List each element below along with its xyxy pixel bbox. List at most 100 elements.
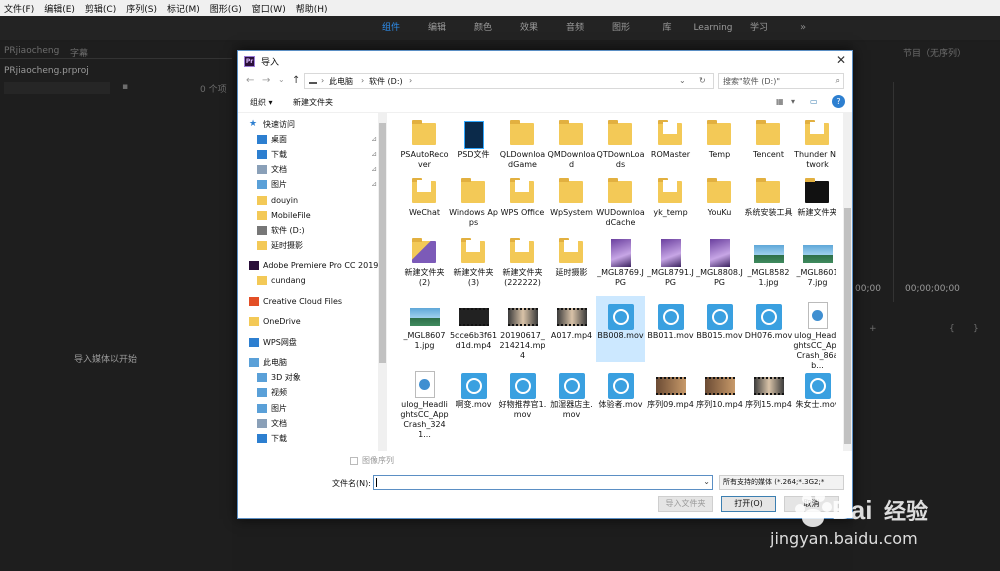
menu-item-6[interactable]: 窗口(W) xyxy=(252,2,286,15)
nav-item-0[interactable]: ★ 快速访问 xyxy=(249,117,381,131)
file-item[interactable]: ROMaster xyxy=(646,115,695,173)
file-item[interactable]: A017.mp4 xyxy=(547,296,596,362)
file-item[interactable]: _MGL8808.JPG xyxy=(695,233,744,291)
file-item[interactable]: 5cce6b3f61d1d.mp4 xyxy=(449,296,498,362)
menu-item-2[interactable]: 剪辑(C) xyxy=(85,2,116,15)
nav-item-6[interactable]: MobileFile xyxy=(257,208,381,222)
nav-item-10[interactable]: cundang xyxy=(257,273,381,287)
file-item[interactable]: _MGL8769.JPG xyxy=(596,233,645,291)
file-item[interactable]: 延时摄影 xyxy=(547,233,596,291)
filename-input[interactable]: ⌄ xyxy=(373,475,713,490)
nav-item-7[interactable]: 软件 (D:) xyxy=(257,223,381,237)
file-item[interactable]: 20190617_214214.mp4 xyxy=(498,296,547,362)
file-item[interactable]: _MGL8582 1.jpg xyxy=(744,233,793,291)
nav-item-3[interactable]: 文档 ⊿ xyxy=(257,162,381,176)
nav-item-9[interactable]: Adobe Premiere Pro CC 2019 xyxy=(249,258,381,272)
file-item[interactable]: 新建文件夹 (3) xyxy=(449,233,498,291)
file-item[interactable]: 新建文件夹 (222222) xyxy=(498,233,547,291)
nav-item-19[interactable]: 下载 xyxy=(257,431,381,445)
file-list-scrollbar-thumb[interactable] xyxy=(844,208,851,444)
nav-item-8[interactable]: 延时摄影 xyxy=(257,238,381,252)
add-button[interactable]: + xyxy=(869,324,877,334)
bin-icon[interactable]: ▪ xyxy=(122,82,128,92)
file-item[interactable]: 加湿器店主.mov xyxy=(547,365,596,445)
import-folder-button[interactable]: 导入文件夹 xyxy=(658,496,713,512)
back-arrow-icon[interactable]: ← xyxy=(246,75,254,86)
workspace-tab-5[interactable]: 图形 xyxy=(598,16,644,40)
menu-item-7[interactable]: 帮助(H) xyxy=(296,2,328,15)
view-dropdown-icon[interactable]: ▾ xyxy=(791,97,795,106)
file-item[interactable]: WPS Office xyxy=(498,173,547,231)
nav-item-12[interactable]: OneDrive xyxy=(249,314,381,328)
preview-pane-icon[interactable]: ▭ xyxy=(810,97,818,106)
file-item[interactable]: 好物推荐官1.mov xyxy=(498,365,547,445)
nav-item-13[interactable]: WPS网盘 xyxy=(249,335,381,349)
file-item[interactable]: 序列10.mp4 xyxy=(695,365,744,445)
nav-scrollbar-thumb[interactable] xyxy=(379,123,386,363)
workspace-tab-8[interactable]: 学习 xyxy=(736,16,782,40)
menu-item-5[interactable]: 图形(G) xyxy=(210,2,242,15)
close-icon[interactable]: ✕ xyxy=(836,53,846,67)
workspace-tab-0[interactable]: 组件 xyxy=(368,16,414,40)
file-item[interactable]: WeChat xyxy=(400,173,449,231)
file-item[interactable]: WUDownloadCache xyxy=(596,173,645,231)
up-arrow-icon[interactable]: ↑ xyxy=(292,75,300,86)
file-item[interactable]: QLDownloadGame xyxy=(498,115,547,173)
workspace-overflow-button[interactable]: » xyxy=(800,16,806,40)
workspace-tab-1[interactable]: 编辑 xyxy=(414,16,460,40)
file-item[interactable]: YouKu xyxy=(695,173,744,231)
workspace-tab-4[interactable]: 音频 xyxy=(552,16,598,40)
nav-item-18[interactable]: 文档 xyxy=(257,416,381,430)
breadcrumb-this-pc[interactable]: 此电脑 xyxy=(329,76,353,87)
file-item[interactable]: 朱女士.mov xyxy=(793,365,836,445)
nav-item-15[interactable]: 3D 对象 xyxy=(257,370,381,384)
menu-item-1[interactable]: 编辑(E) xyxy=(44,2,75,15)
help-icon[interactable]: ? xyxy=(832,95,845,108)
nav-item-2[interactable]: 下载 ⊿ xyxy=(257,147,381,161)
file-item[interactable]: PSAutoRecover xyxy=(400,115,449,173)
project-tab[interactable]: PRjiaocheng xyxy=(4,46,59,56)
file-item[interactable]: ulog_HeadlightsCC_AppCrash_86ab... xyxy=(793,296,836,370)
file-item[interactable]: Windows Apps xyxy=(449,173,498,231)
new-folder-button[interactable]: 新建文件夹 xyxy=(293,97,333,108)
file-item[interactable]: 序列15.mp4 xyxy=(744,365,793,445)
file-item[interactable]: _MGL8791.JPG xyxy=(646,233,695,291)
address-dropdown-icon[interactable]: ⌄ xyxy=(679,76,686,85)
nav-item-17[interactable]: 图片 xyxy=(257,401,381,415)
file-item[interactable]: Thunder Network xyxy=(793,115,836,173)
workspace-tab-6[interactable]: 库 xyxy=(644,16,690,40)
menu-item-3[interactable]: 序列(S) xyxy=(126,2,157,15)
file-item[interactable]: BB011.mov xyxy=(646,296,695,362)
nav-scrollbar[interactable] xyxy=(378,113,387,451)
file-item[interactable]: yk_temp xyxy=(646,173,695,231)
refresh-icon[interactable]: ↻ xyxy=(699,76,706,85)
file-item[interactable]: Tencent xyxy=(744,115,793,173)
view-mode-icon[interactable]: ▦ xyxy=(776,97,784,106)
breadcrumb-drive-d[interactable]: 软件 (D:) xyxy=(369,76,403,87)
file-item[interactable]: DH076.mov xyxy=(744,296,793,362)
menu-item-4[interactable]: 标记(M) xyxy=(167,2,200,15)
nav-item-4[interactable]: 图片 ⊿ xyxy=(257,177,381,191)
file-item[interactable]: 新建文件夹 xyxy=(793,173,836,231)
nav-item-1[interactable]: 桌面 ⊿ xyxy=(257,132,381,146)
nav-item-5[interactable]: douyin xyxy=(257,193,381,207)
file-item[interactable]: 系统安装工具 xyxy=(744,173,793,231)
forward-arrow-icon[interactable]: → xyxy=(262,75,270,86)
menu-item-0[interactable]: 文件(F) xyxy=(4,2,34,15)
file-item[interactable]: _MGL8601 7.jpg xyxy=(793,233,836,291)
project-search-input[interactable] xyxy=(4,82,110,94)
image-sequence-checkbox[interactable] xyxy=(350,456,358,465)
file-item[interactable]: BB015.mov xyxy=(695,296,744,362)
workspace-tab-2[interactable]: 颜色 xyxy=(460,16,506,40)
file-list-scrollbar[interactable] xyxy=(843,113,852,451)
file-item[interactable]: BB008.mov xyxy=(596,296,645,362)
file-item[interactable]: _MGL8607 1.jpg xyxy=(400,296,449,362)
filename-dropdown-icon[interactable]: ⌄ xyxy=(703,477,710,486)
nav-item-11[interactable]: Creative Cloud Files xyxy=(249,294,381,308)
search-input[interactable]: 搜索"软件 (D:)" ⌕ xyxy=(718,73,844,89)
organize-menu[interactable]: 组织 ▾ xyxy=(250,97,273,108)
recent-dropdown-icon[interactable]: ⌄ xyxy=(278,75,285,84)
file-item[interactable]: 新建文件夹 (2) xyxy=(400,233,449,291)
workspace-tab-3[interactable]: 效果 xyxy=(506,16,552,40)
open-button[interactable]: 打开(O) xyxy=(721,496,776,512)
